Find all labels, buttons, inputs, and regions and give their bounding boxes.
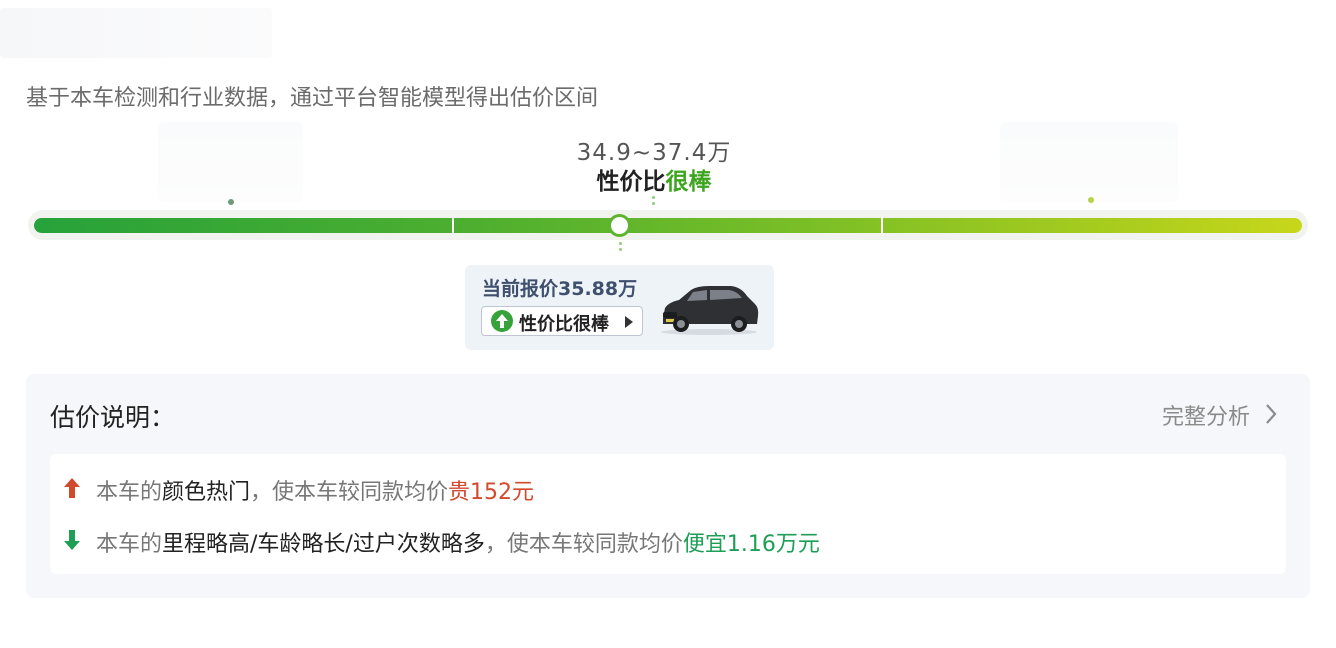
arrow-down-icon [64, 530, 80, 550]
value-rating-label: 性价比很棒 [519, 314, 609, 335]
header-placeholder [0, 8, 272, 58]
price-bar-divider [452, 217, 454, 234]
factor-item: 本车的里程略高/车龄略长/过户次数略多，使本车较同款均价便宜1.16万元 [96, 526, 820, 558]
factor-item: 本车的颜色热门，使本车较同款均价贵152元 [96, 474, 534, 506]
current-price-label: 当前报价35.88万 [482, 278, 638, 300]
price-bar [34, 218, 1302, 233]
full-analysis-link[interactable]: 完整分析 [1162, 399, 1250, 431]
marker-connector-dot [619, 242, 622, 245]
factor-middle: ，使本车较同款均价 [250, 480, 449, 505]
estimate-rating: 性价比很棒 [560, 162, 748, 196]
low-range-marker-dot [228, 199, 234, 205]
chevron-right-icon[interactable] [1264, 403, 1278, 425]
factor-prefix: 本车的 [96, 480, 163, 505]
factor-name: 颜色热门 [162, 480, 251, 505]
factor-middle: ，使本车较同款均价 [484, 532, 683, 557]
rating-level: 很棒 [665, 169, 712, 195]
high-range-marker-dot [1088, 197, 1094, 203]
value-rating-button[interactable]: 性价比很棒 [481, 306, 643, 336]
factor-name: 里程略高/车龄略长/过户次数略多 [162, 532, 485, 557]
marker-connector-dot [619, 248, 622, 251]
arrow-up-icon [64, 478, 80, 498]
factor-prefix: 本车的 [96, 532, 163, 557]
high-range-marker-ghost [1000, 122, 1178, 202]
rating-prefix: 性价比 [596, 169, 666, 195]
estimate-subtitle: 基于本车检测和行业数据，通过平台智能模型得出估价区间 [26, 86, 599, 111]
play-arrow-icon [625, 316, 633, 328]
price-bar-divider [881, 217, 883, 234]
car-thumbnail [661, 286, 759, 335]
factor-effect: 便宜1.16万元 [682, 532, 820, 557]
factor-effect: 贵152元 [448, 480, 535, 505]
arrow-up-circle-icon [491, 310, 513, 332]
range-connector-dot [652, 196, 655, 199]
explanation-title: 估价说明： [50, 403, 176, 432]
current-price-marker[interactable] [608, 214, 631, 237]
low-range-marker-ghost [158, 122, 303, 202]
range-connector-dot [652, 202, 655, 205]
